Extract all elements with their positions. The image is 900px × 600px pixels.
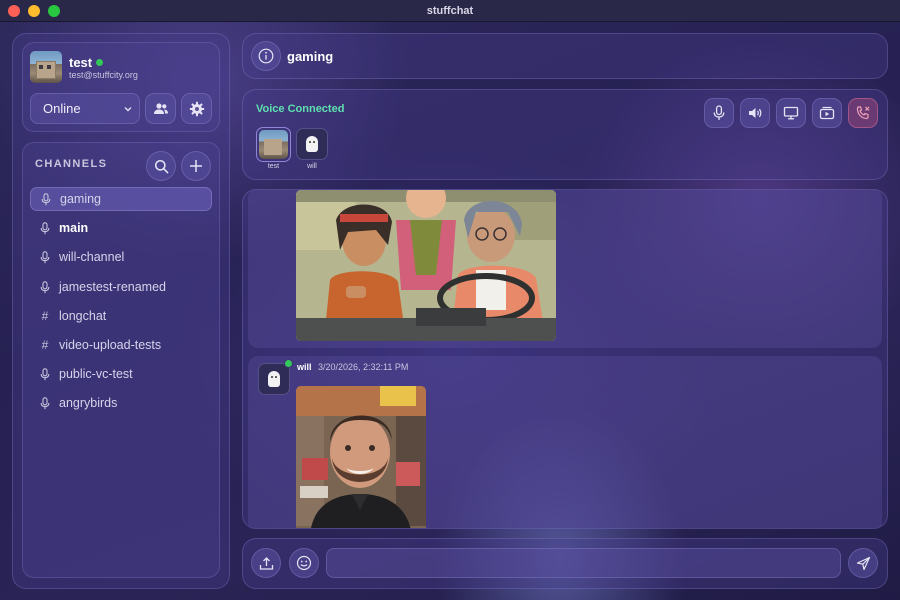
channel-item[interactable]: # longchat bbox=[30, 304, 212, 328]
media-play-icon bbox=[819, 106, 835, 120]
upload-icon bbox=[259, 556, 273, 570]
chevron-down-icon bbox=[124, 107, 132, 112]
channel-header bbox=[242, 33, 888, 79]
window-controls bbox=[8, 5, 60, 17]
close-window-button[interactable] bbox=[8, 5, 20, 17]
channel-item[interactable]: will-channel bbox=[30, 245, 212, 269]
participant-tile[interactable] bbox=[256, 127, 291, 162]
online-status-dot bbox=[96, 59, 103, 66]
channel-item[interactable]: public-vc-test bbox=[30, 362, 212, 386]
channel-label: public-vc-test bbox=[59, 367, 133, 381]
participant-name: will bbox=[307, 163, 317, 170]
message-list: will 3/20/2026, 2:32:11 PM bbox=[242, 189, 888, 529]
users-icon bbox=[153, 102, 168, 114]
participant-tile[interactable] bbox=[296, 128, 328, 160]
channel-label: video-upload-tests bbox=[59, 338, 162, 352]
friends-button[interactable] bbox=[145, 93, 176, 124]
channel-item[interactable]: # video-upload-tests bbox=[30, 333, 212, 357]
microphone-icon bbox=[36, 221, 54, 235]
hash-icon: # bbox=[41, 338, 49, 352]
voice-status: Voice Connected bbox=[256, 103, 345, 115]
send-icon bbox=[856, 556, 870, 570]
message-author[interactable]: will bbox=[297, 362, 312, 372]
online-status-dot bbox=[284, 359, 293, 368]
ghost-avatar-icon bbox=[306, 136, 318, 152]
hash-icon: # bbox=[41, 309, 49, 323]
channel-title: gaming bbox=[287, 49, 334, 64]
message-author-avatar[interactable] bbox=[258, 363, 290, 395]
disconnect-button[interactable] bbox=[848, 98, 878, 128]
participant-name: test bbox=[267, 163, 280, 170]
message-input[interactable] bbox=[326, 548, 841, 578]
emoji-button[interactable] bbox=[289, 548, 319, 578]
speaker-icon bbox=[749, 108, 762, 118]
status-select[interactable]: Online bbox=[30, 93, 140, 124]
message-timestamp: 3/20/2026, 2:32:11 PM bbox=[318, 362, 409, 372]
info-icon bbox=[258, 48, 274, 64]
ghost-avatar-icon bbox=[268, 371, 280, 387]
channel-item[interactable]: gaming bbox=[30, 187, 212, 211]
cartoon-image bbox=[296, 190, 556, 341]
channel-item[interactable]: main bbox=[30, 216, 212, 240]
channel-label: longchat bbox=[59, 309, 107, 323]
channel-label: gaming bbox=[60, 192, 101, 206]
channel-label: angrybirds bbox=[59, 396, 118, 410]
activity-button[interactable] bbox=[812, 98, 842, 128]
channels-heading: CHANNELS bbox=[35, 158, 108, 170]
microphone-icon bbox=[713, 105, 725, 120]
search-channels-button[interactable] bbox=[146, 151, 176, 181]
title-bar: stuffchat bbox=[0, 0, 900, 22]
send-button[interactable] bbox=[848, 548, 878, 578]
channel-label: will-channel bbox=[59, 250, 125, 264]
portrait-image bbox=[296, 386, 426, 528]
plus-icon bbox=[190, 160, 202, 172]
gear-icon bbox=[189, 101, 204, 116]
message-image-attachment[interactable] bbox=[296, 386, 426, 528]
settings-button[interactable] bbox=[181, 93, 212, 124]
deafen-button[interactable] bbox=[740, 98, 770, 128]
smiley-icon bbox=[296, 555, 312, 571]
microphone-icon bbox=[36, 367, 54, 381]
microphone-icon bbox=[36, 250, 54, 264]
microphone-icon bbox=[36, 280, 54, 294]
message-image-attachment[interactable] bbox=[296, 190, 556, 341]
participant-avatar bbox=[259, 130, 288, 159]
mute-button[interactable] bbox=[704, 98, 734, 128]
microphone-icon bbox=[37, 192, 55, 206]
zoom-window-button[interactable] bbox=[48, 5, 60, 17]
user-name: test bbox=[69, 55, 93, 70]
channel-label: jamestest-renamed bbox=[59, 280, 166, 294]
window-title: stuffchat bbox=[426, 4, 474, 17]
channel-item[interactable]: angrybirds bbox=[30, 391, 212, 415]
upload-button[interactable] bbox=[251, 548, 281, 578]
channel-item[interactable]: jamestest-renamed bbox=[30, 275, 212, 299]
status-select-value: Online bbox=[43, 101, 81, 116]
channel-label: main bbox=[59, 221, 89, 235]
app-window: stuffchat test test@stuffcity.org Online bbox=[0, 0, 900, 600]
phone-hangup-icon bbox=[856, 106, 870, 120]
monitor-icon bbox=[783, 106, 799, 120]
user-email: test@stuffcity.org bbox=[69, 70, 138, 80]
microphone-icon bbox=[36, 396, 54, 410]
add-channel-button[interactable] bbox=[181, 151, 211, 181]
minimize-window-button[interactable] bbox=[28, 5, 40, 17]
user-avatar[interactable] bbox=[30, 51, 62, 83]
channel-info-button[interactable] bbox=[251, 41, 281, 71]
share-screen-button[interactable] bbox=[776, 98, 806, 128]
search-icon bbox=[154, 159, 168, 173]
